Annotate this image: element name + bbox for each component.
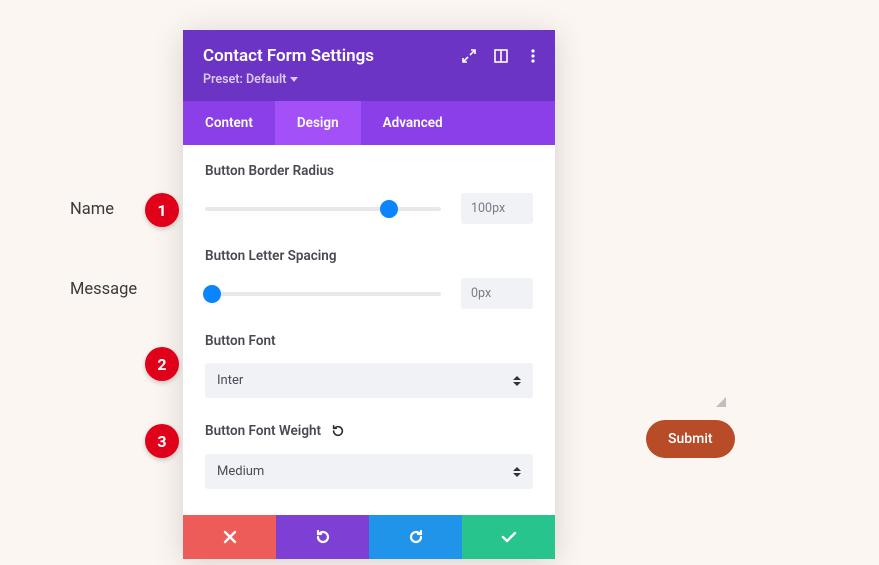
tab-design[interactable]: Design <box>275 101 361 145</box>
cancel-button[interactable] <box>183 515 276 559</box>
annotation-badge-1: 1 <box>145 193 179 227</box>
modal-footer <box>183 515 555 559</box>
more-vertical-icon[interactable] <box>525 48 541 64</box>
columns-icon[interactable] <box>493 48 509 64</box>
letter-spacing-slider[interactable] <box>205 292 441 296</box>
control-label: Button Font Weight <box>205 422 533 440</box>
tab-content[interactable]: Content <box>183 101 275 145</box>
control-font-weight: Button Font Weight Medium <box>205 422 533 489</box>
control-font-family: Button Font Inter <box>205 333 533 398</box>
chevron-down-icon <box>290 77 298 82</box>
preset-selector[interactable]: Preset: Default <box>203 72 298 87</box>
form-label-name: Name <box>70 200 114 219</box>
preset-label: Preset: Default <box>203 72 286 87</box>
select-value: Medium <box>217 464 264 479</box>
reset-icon[interactable] <box>329 422 347 440</box>
sort-icon <box>513 467 521 477</box>
control-label: Button Border Radius <box>205 163 533 179</box>
font-weight-select[interactable]: Medium <box>205 454 533 489</box>
form-label-message: Message <box>70 280 137 299</box>
annotation-badge-3: 3 <box>145 424 179 458</box>
slider-thumb[interactable] <box>380 200 398 218</box>
modal-body: Button Border Radius 100px Button Letter… <box>183 145 555 509</box>
modal-header: Contact Form Settings Preset: Default <box>183 30 555 101</box>
sort-icon <box>513 376 521 386</box>
control-label: Button Letter Spacing <box>205 248 533 264</box>
letter-spacing-input[interactable]: 0px <box>461 278 533 309</box>
select-value: Inter <box>217 373 243 388</box>
undo-button[interactable] <box>276 515 369 559</box>
textarea-resize-handle[interactable] <box>714 395 726 407</box>
submit-button[interactable]: Submit <box>646 420 735 458</box>
slider-thumb[interactable] <box>203 285 221 303</box>
border-radius-input[interactable]: 100px <box>461 193 533 224</box>
control-label: Button Font <box>205 333 533 349</box>
control-border-radius: Button Border Radius 100px <box>205 163 533 224</box>
save-button[interactable] <box>462 515 555 559</box>
tab-advanced[interactable]: Advanced <box>361 101 465 145</box>
border-radius-slider[interactable] <box>205 207 441 211</box>
annotation-badge-2: 2 <box>145 347 179 381</box>
font-family-select[interactable]: Inter <box>205 363 533 398</box>
control-letter-spacing: Button Letter Spacing 0px <box>205 248 533 309</box>
modal-tabs: Content Design Advanced <box>183 101 555 145</box>
settings-modal: Contact Form Settings Preset: Default <box>183 30 555 559</box>
redo-button[interactable] <box>369 515 462 559</box>
expand-icon[interactable] <box>461 48 477 64</box>
